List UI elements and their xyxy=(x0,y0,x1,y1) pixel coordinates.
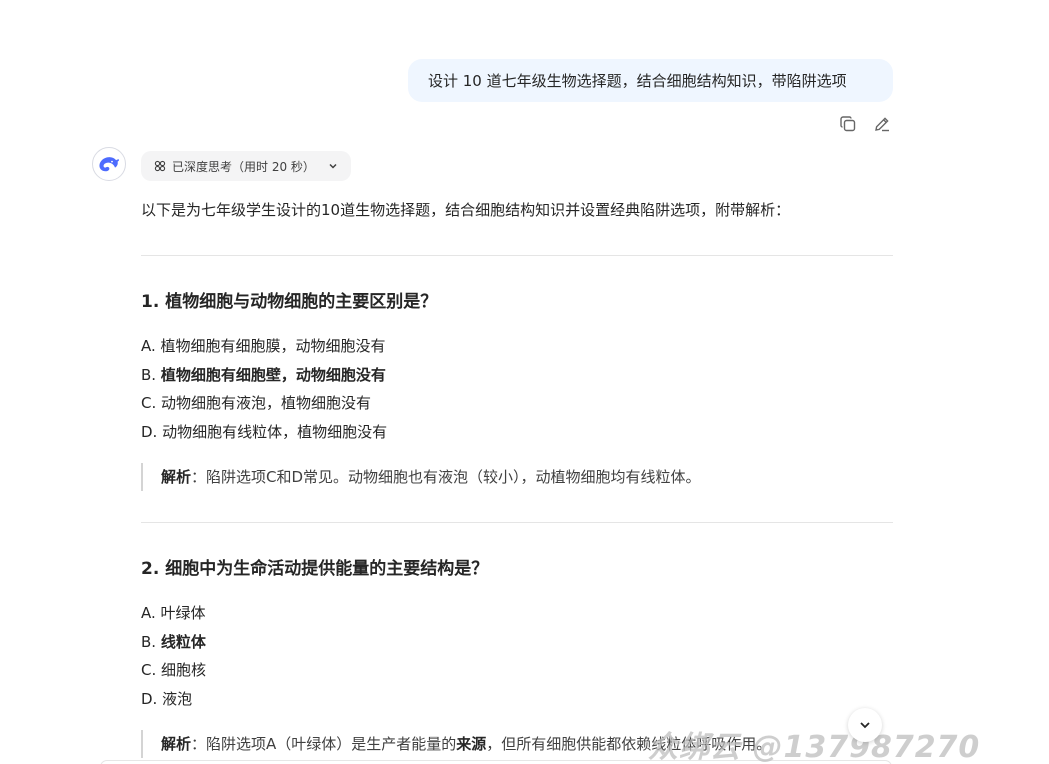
option-letter: D. xyxy=(141,422,158,441)
analysis-text: ：陷阱选项A（叶绿体）是生产者能量的 xyxy=(191,735,457,753)
question-title: 2. 细胞中为生命活动提供能量的主要结构是？ xyxy=(141,559,489,579)
assistant-response: 以下是为七年级学生设计的10道生物选择题，结合细胞结构知识并设置经典陷阱选项，附… xyxy=(141,196,893,758)
option-letter: B. xyxy=(141,632,157,651)
response-intro: 以下是为七年级学生设计的10道生物选择题，结合细胞结构知识并设置经典陷阱选项，附… xyxy=(141,201,791,219)
option-list: A. 叶绿体 B. 线粒体 C. 细胞核 D. 液泡 xyxy=(141,599,893,713)
option-c: C. 细胞核 xyxy=(141,656,893,685)
chat-page: 设计 10 道七年级生物选择题，结合细胞结构知识，带陷阱选项 已深度思考（用时 … xyxy=(0,0,1049,764)
divider xyxy=(141,522,893,523)
divider xyxy=(141,255,893,256)
edit-button[interactable] xyxy=(872,114,892,134)
option-letter: D. xyxy=(141,689,158,708)
chevron-down-icon xyxy=(860,722,870,729)
option-c: C. 动物细胞有液泡，植物细胞没有 xyxy=(141,389,893,418)
option-d: D. 动物细胞有线粒体，植物细胞没有 xyxy=(141,418,893,447)
think-icon xyxy=(154,160,166,172)
option-letter: B. xyxy=(141,365,157,384)
watermark: 众绑云 @137987270 xyxy=(648,730,981,764)
analysis-label: 解析 xyxy=(161,735,192,753)
option-text: 动物细胞有液泡，植物细胞没有 xyxy=(161,394,372,412)
analysis-label: 解析 xyxy=(161,468,192,486)
user-message-bubble: 设计 10 道七年级生物选择题，结合细胞结构知识，带陷阱选项 xyxy=(408,59,893,102)
edit-icon xyxy=(875,117,889,132)
think-label: 已深度思考（用时 20 秒） xyxy=(172,159,315,174)
option-text: 细胞核 xyxy=(161,661,207,679)
option-text-correct: 线粒体 xyxy=(160,632,206,651)
copy-button[interactable] xyxy=(838,114,858,134)
user-message-text: 设计 10 道七年级生物选择题，结合细胞结构知识，带陷阱选项 xyxy=(428,72,847,90)
option-text: 液泡 xyxy=(162,689,193,708)
option-b: B. 植物细胞有细胞壁，动物细胞没有 xyxy=(141,361,893,390)
assistant-avatar xyxy=(92,147,126,181)
question-title: 1. 植物细胞与动物细胞的主要区别是？ xyxy=(141,292,438,312)
option-a: A. 叶绿体 xyxy=(141,599,893,628)
option-a: A. 植物细胞有细胞膜，动物细胞没有 xyxy=(141,332,893,361)
question-block: 1. 植物细胞与动物细胞的主要区别是？ A. 植物细胞有细胞膜，动物细胞没有 B… xyxy=(141,290,893,491)
option-letter: C. xyxy=(141,394,157,412)
scroll-to-bottom-button[interactable] xyxy=(848,708,882,742)
chevron-down-icon xyxy=(329,163,337,169)
option-text: 植物细胞有细胞膜，动物细胞没有 xyxy=(160,337,386,355)
option-letter: A. xyxy=(141,337,156,355)
copy-icon xyxy=(840,116,856,132)
option-text-correct: 植物细胞有细胞壁，动物细胞没有 xyxy=(160,365,386,384)
analysis-blockquote: 解析：陷阱选项C和D常见。动物细胞也有液泡（较小），动植物细胞均有线粒体。 xyxy=(141,463,893,491)
option-b: B. 线粒体 xyxy=(141,628,893,657)
whale-logo-icon xyxy=(99,157,120,172)
option-text: 叶绿体 xyxy=(160,604,206,622)
message-actions xyxy=(838,114,892,134)
option-d: D. 液泡 xyxy=(141,685,893,714)
analysis-text: ：陷阱选项C和D常见。动物细胞也有液泡（较小），动植物细胞均有线粒体。 xyxy=(191,468,701,486)
option-letter: C. xyxy=(141,661,157,679)
option-list: A. 植物细胞有细胞膜，动物细胞没有 B. 植物细胞有细胞壁，动物细胞没有 C.… xyxy=(141,332,893,446)
deep-think-toggle[interactable]: 已深度思考（用时 20 秒） xyxy=(141,151,351,181)
analysis-emphasis: 来源 xyxy=(456,735,487,753)
option-letter: A. xyxy=(141,604,156,622)
option-text: 动物细胞有线粒体，植物细胞没有 xyxy=(162,422,388,441)
